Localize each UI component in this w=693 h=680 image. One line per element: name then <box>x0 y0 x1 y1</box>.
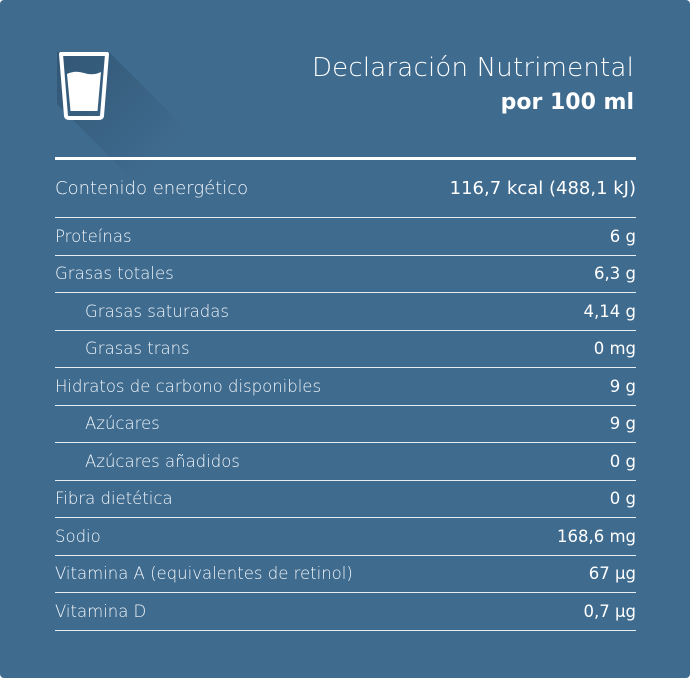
nutrient-label: Grasas saturadas <box>85 301 229 321</box>
table-row: Sodio 168,6 mg <box>55 518 636 556</box>
nutrient-value: 6,3 g <box>594 264 636 284</box>
nutrient-label: Fibra dietética <box>55 489 173 509</box>
nutrient-label: Proteínas <box>55 226 132 246</box>
nutrition-card: Declaración Nutrimental por 100 ml Conte… <box>0 0 690 678</box>
nutrient-value: 9 g <box>609 414 636 434</box>
nutrient-value: 0 g <box>609 489 636 509</box>
table-row: Grasas totales 6,3 g <box>55 256 636 293</box>
nutrient-label: Azúcares <box>85 414 160 434</box>
nutrient-value: 67 µg <box>588 564 636 584</box>
table-row: Grasas saturadas 4,14 g <box>55 293 636 331</box>
nutrition-table: Contenido energético 116,7 kcal (488,1 k… <box>55 157 636 631</box>
nutrient-label: Vitamina D <box>55 601 147 621</box>
nutrient-value: 0,7 µg <box>583 601 636 621</box>
nutrient-label: Hidratos de carbono disponibles <box>55 376 322 396</box>
panel-title: Declaración Nutrimental <box>311 53 634 83</box>
nutrient-value: 116,7 kcal (488,1 kJ) <box>449 178 636 199</box>
table-row: Grasas trans 0 mg <box>55 331 636 368</box>
table-row: Vitamina D 0,7 µg <box>55 593 636 631</box>
table-row: Contenido energético 116,7 kcal (488,1 k… <box>55 160 636 218</box>
nutrient-value: 0 mg <box>593 339 636 359</box>
nutrient-label: Vitamina A (equivalentes de retinol) <box>55 564 353 584</box>
nutrient-value: 0 g <box>609 451 636 471</box>
table-row: Vitamina A (equivalentes de retinol) 67 … <box>55 556 636 593</box>
nutrient-label: Sodio <box>55 526 101 546</box>
table-row: Proteínas 6 g <box>55 218 636 256</box>
table-row: Fibra dietética 0 g <box>55 481 636 518</box>
table-row: Hidratos de carbono disponibles 9 g <box>55 368 636 406</box>
glass-of-milk-icon <box>59 52 109 120</box>
nutrient-label: Grasas totales <box>55 264 174 284</box>
nutrient-label: Azúcares añadidos <box>85 451 240 471</box>
nutrient-label: Grasas trans <box>85 339 190 359</box>
panel-subtitle: por 100 ml <box>500 90 634 115</box>
nutrient-label: Contenido energético <box>55 178 249 199</box>
table-row: Azúcares añadidos 0 g <box>55 443 636 481</box>
nutrient-value: 9 g <box>609 376 636 396</box>
nutrient-value: 6 g <box>609 226 636 246</box>
nutrient-value: 4,14 g <box>583 301 636 321</box>
table-row: Azúcares 9 g <box>55 406 636 443</box>
nutrient-value: 168,6 mg <box>556 526 636 546</box>
